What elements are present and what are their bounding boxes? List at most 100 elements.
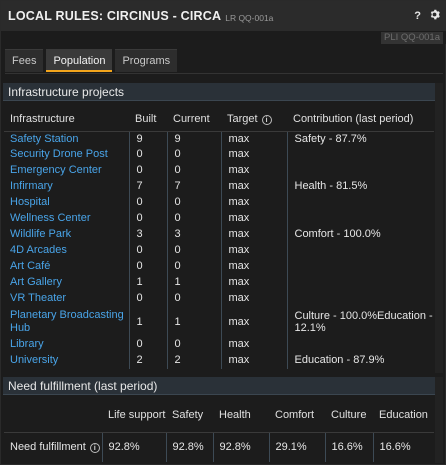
table-row: Emergency Center 0 0 max [4,163,434,179]
col-safety: Safety [166,398,213,433]
title-bar: LOCAL RULES: CIRCINUS - CIRCA LR QQ-001a… [1,1,446,31]
target-value[interactable]: max [220,259,287,275]
infrastructure-link[interactable]: Hospital [4,195,129,211]
built-value: 7 [128,179,167,195]
infrastructure-link[interactable]: Art Gallery [4,275,129,291]
infrastructure-link[interactable]: University [4,353,129,369]
contribution-value [286,259,434,275]
tab-population[interactable]: Population [46,49,113,72]
col-built: Built [129,107,167,132]
target-value[interactable]: max [220,337,287,353]
built-value: 1 [128,307,167,337]
target-value[interactable]: max [220,211,287,227]
contribution-value [286,163,434,179]
target-value[interactable]: max [220,243,287,259]
contribution-value: Health - 81.5% [286,179,434,195]
target-value[interactable]: max [220,275,287,291]
current-value: 0 [166,259,221,275]
table-row: Wellness Center 0 0 max [4,211,434,227]
table-row: Art Gallery 1 1 max [4,275,434,291]
col-target-label: Target [227,112,258,125]
contribution-value: Culture - 100.0%Education - 12.1% [286,307,434,337]
window-title: LOCAL RULES: CIRCINUS - CIRCA [8,9,222,23]
infrastructure-table: Infrastructure Built Current Target i Con… [4,107,434,369]
pli-tag[interactable]: PLI QQ-001a [381,32,443,44]
contribution-value: Comfort - 100.0% [286,227,434,243]
need-row: Need fulfillment i 92.8% 92.8% 92.8% 29.1… [4,432,434,462]
gear-icon[interactable] [429,9,440,23]
current-value: 0 [166,195,221,211]
contribution-value [286,275,434,291]
infrastructure-link[interactable]: Art Café [4,259,129,275]
table-row: 4D Arcades 0 0 max [4,243,434,259]
infrastructure-link[interactable]: VR Theater [4,291,129,307]
scrollbar[interactable] [435,83,443,373]
need-corner [4,398,102,433]
infrastructure-link[interactable]: Infirmary [4,179,129,195]
target-value[interactable]: max [220,291,287,307]
built-value: 0 [128,147,167,163]
col-target: Target i [221,107,287,132]
table-row: Art Café 0 0 max [4,259,434,275]
info-icon[interactable]: i [261,114,272,125]
infrastructure-link[interactable]: 4D Arcades [4,243,129,259]
contribution-value [286,337,434,353]
tab-fees[interactable]: Fees [5,49,44,72]
built-value: 0 [128,337,167,353]
table-row: University 2 2 max Education - 87.9% [4,353,434,369]
need-section-header: Need fulfillment (last period) [3,377,435,395]
built-value: 2 [128,353,167,369]
title-icons: ? [414,9,440,23]
target-value[interactable]: max [220,307,287,337]
tab-programs[interactable]: Programs [115,49,178,72]
current-value: 1 [166,275,221,291]
health-value: 92.8% [212,432,269,462]
infrastructure-link[interactable]: Planetary Broadcasting Hub [4,307,129,337]
current-value: 7 [166,179,221,195]
current-value: 0 [166,147,221,163]
built-value: 0 [128,195,167,211]
sub-bar: PLI QQ-001a [1,31,446,44]
table-row: VR Theater 0 0 max [4,291,434,307]
target-value[interactable]: max [220,353,287,369]
infrastructure-link[interactable]: Security Drone Post [4,147,129,163]
col-education: Education [373,398,434,433]
need-header-row: Life support Safety Health Comfort Cultu… [4,398,434,433]
current-value: 0 [166,337,221,353]
info-icon[interactable]: i [89,443,100,454]
target-value[interactable]: max [220,179,287,195]
target-value[interactable]: max [220,195,287,211]
safety-value: 92.8% [165,432,213,462]
table-row: Infirmary 7 7 max Health - 81.5% [4,179,434,195]
current-value: 3 [166,227,221,243]
scrollbar[interactable] [435,377,443,463]
current-value: 0 [166,243,221,259]
built-value: 0 [128,243,167,259]
infrastructure-link[interactable]: Safety Station [4,131,129,147]
infrastructure-link[interactable]: Emergency Center [4,163,129,179]
target-value[interactable]: max [220,227,287,243]
table-row: Hospital 0 0 max [4,195,434,211]
current-value: 9 [166,131,221,147]
current-value: 0 [166,291,221,307]
col-infrastructure: Infrastructure [4,107,129,132]
culture-value: 16.6% [324,432,373,462]
comfort-value: 29.1% [268,432,325,462]
infrastructure-link[interactable]: Wellness Center [4,211,129,227]
target-value[interactable]: max [220,147,287,163]
table-row: Security Drone Post 0 0 max [4,147,434,163]
contribution-value: Safety - 87.7% [286,131,434,147]
table-row: Safety Station 9 9 max Safety - 87.7% [4,131,434,147]
help-icon[interactable]: ? [414,10,421,22]
current-value: 0 [166,211,221,227]
target-value[interactable]: max [220,131,287,147]
infrastructure-link[interactable]: Library [4,337,129,353]
built-value: 0 [128,259,167,275]
contribution-value: Education - 87.9% [286,353,434,369]
target-value[interactable]: max [220,163,287,179]
local-rules-window: LOCAL RULES: CIRCINUS - CIRCA LR QQ-001a… [0,0,446,465]
contribution-value [286,147,434,163]
infrastructure-link[interactable]: Wildlife Park [4,227,129,243]
contribution-value [286,291,434,307]
education-value: 16.6% [372,432,434,462]
